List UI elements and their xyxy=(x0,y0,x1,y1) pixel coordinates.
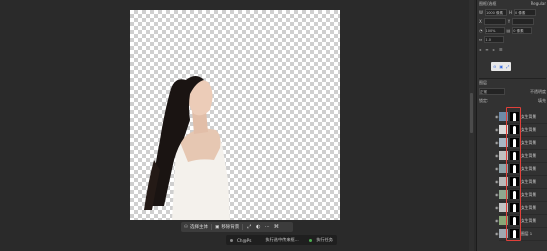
status-dot-icon xyxy=(230,238,233,242)
mask-rect-icon[interactable]: ▣ xyxy=(499,64,503,69)
status-bar: Ch@Ps 执行选中传来框... 执行任务 xyxy=(226,235,337,245)
w-icon: W xyxy=(479,10,483,15)
mask-expand-icon[interactable]: ⤢ xyxy=(506,64,509,69)
mask-highlight-box xyxy=(506,107,521,241)
remove-bg-icon: ▣ xyxy=(215,224,220,230)
layer-name: 女生背景 xyxy=(521,217,537,223)
layer-name: 女生背景 xyxy=(521,139,537,145)
scale-icon: ⇔ xyxy=(479,37,483,42)
status-action-label[interactable]: 执行任务 xyxy=(316,237,333,243)
layer-name: 女生背景 xyxy=(521,126,537,132)
opacity-field[interactable]: 100% xyxy=(484,27,505,34)
y-field[interactable] xyxy=(512,18,535,25)
transform-icon[interactable]: ⤢ xyxy=(246,224,252,230)
more-options-icon[interactable]: ⋯ xyxy=(264,224,270,230)
properties-title: 图框/选框 xyxy=(479,0,497,6)
layer-name: 女生背景 xyxy=(521,178,537,184)
align-center-icon[interactable]: ≡ xyxy=(485,47,488,52)
remove-background-button[interactable]: ▣ 移除背景 xyxy=(215,224,240,231)
layer-name: 女生背景 xyxy=(521,191,537,197)
align-left-icon[interactable]: ⫷ xyxy=(479,47,481,52)
person-icon: ⚇ xyxy=(184,224,189,230)
height-field[interactable]: 0 像素 xyxy=(513,9,536,16)
layer-name: 女生背景 xyxy=(521,152,537,158)
select-subject-label: 选择主体 xyxy=(190,225,209,230)
layers-title: 图层 xyxy=(479,79,487,85)
contextual-task-bar: ⚇ 选择主体 ▣ 移除背景 ⤢ ◐ ⋯ ⌘ xyxy=(181,222,293,232)
y-icon: Y xyxy=(507,19,511,24)
status-green-dot-icon xyxy=(309,238,313,242)
x-field[interactable] xyxy=(483,18,506,25)
layer-name: 女生背景 xyxy=(521,165,537,171)
opacity-icon: ◔ xyxy=(479,28,483,33)
vertical-scrollbar[interactable] xyxy=(469,0,474,251)
mask-circle-icon[interactable]: ⊖ xyxy=(493,64,496,69)
layer-name: 女生背景 xyxy=(521,113,537,119)
fill-field[interactable]: 0 像素 xyxy=(512,27,533,34)
layer-name: 女生背景 xyxy=(521,204,537,210)
layer-name: 图层 1 xyxy=(521,230,533,236)
h-icon: H xyxy=(508,10,512,15)
adjustment-icon[interactable]: ◐ xyxy=(255,224,261,230)
select-subject-button[interactable]: ⚇ 选择主体 xyxy=(184,224,209,231)
fill-icon: ▤ xyxy=(506,28,511,33)
zoom-field[interactable]: 1.0 xyxy=(484,36,505,43)
remove-bg-label: 移除背景 xyxy=(221,225,240,230)
distribute-icon[interactable]: ☰ xyxy=(499,47,503,52)
align-right-icon[interactable]: ⫸ xyxy=(493,47,495,52)
toolbar-divider xyxy=(242,224,244,230)
plugin-label: Ch@Ps xyxy=(237,237,252,243)
pin-bar-icon[interactable]: ⌘ xyxy=(273,224,279,230)
document-canvas[interactable] xyxy=(130,10,340,220)
width-field[interactable]: 1000 像素 xyxy=(484,9,507,16)
woman-cutout-image xyxy=(144,76,230,220)
font-style-value[interactable]: Regular xyxy=(531,1,546,6)
status-message: 执行选中传来框... xyxy=(265,237,299,242)
fill-label: 填充 xyxy=(538,97,546,103)
x-icon: X xyxy=(479,19,482,24)
lock-label: 锁定: xyxy=(479,97,489,103)
blend-mode-select[interactable]: 正常 xyxy=(479,88,505,95)
opacity-label: 不透明度 xyxy=(530,88,546,94)
toolbar-divider xyxy=(211,224,213,230)
